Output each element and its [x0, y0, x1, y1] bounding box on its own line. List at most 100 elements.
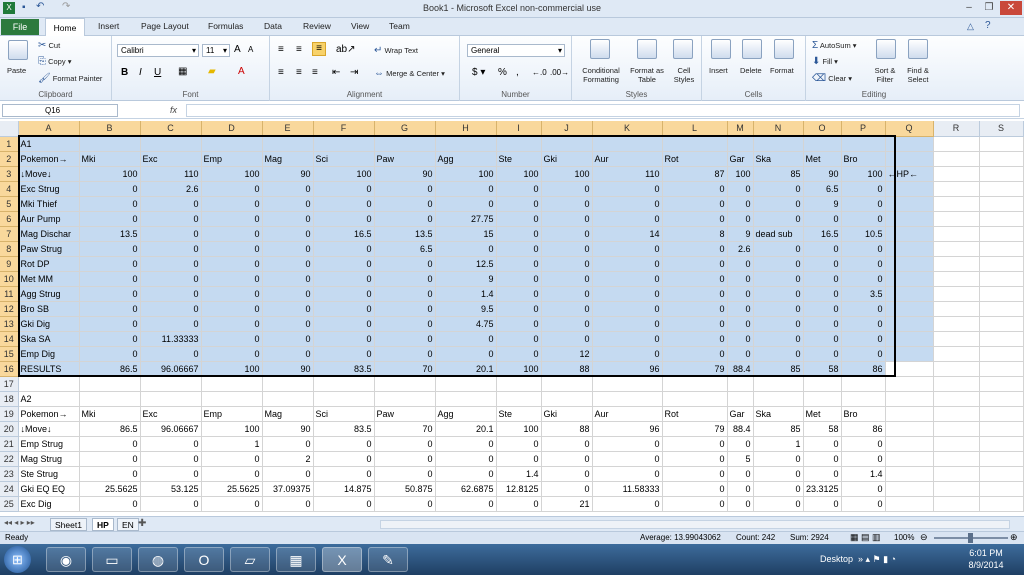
cell[interactable]: 2 [262, 451, 314, 467]
cell[interactable] [933, 136, 980, 152]
cell[interactable]: 0 [79, 346, 141, 362]
cell[interactable]: 0 [435, 241, 497, 257]
cell[interactable]: 0 [541, 271, 593, 287]
cell[interactable] [79, 136, 141, 152]
cell[interactable]: 20.1 [435, 361, 497, 377]
cell[interactable]: 0 [753, 316, 804, 332]
cell[interactable]: 96 [592, 421, 663, 437]
cell[interactable] [727, 376, 754, 392]
cell[interactable] [435, 391, 497, 407]
cell[interactable] [313, 391, 375, 407]
cell[interactable] [435, 136, 497, 152]
cell[interactable]: 0 [727, 496, 754, 512]
cell[interactable]: Mki Thief [18, 196, 80, 212]
cell[interactable]: 0 [201, 256, 263, 272]
cell[interactable] [933, 406, 980, 422]
cell[interactable]: 96 [592, 361, 663, 377]
fill-button[interactable]: ⬇ Fill ▾ [812, 56, 838, 67]
cell[interactable]: 0 [662, 481, 728, 497]
cell[interactable]: 100 [496, 421, 542, 437]
cell[interactable]: Ste Strug [18, 466, 80, 482]
column-header[interactable]: N [753, 121, 804, 137]
cell[interactable]: 0 [313, 181, 375, 197]
cell[interactable]: 100 [841, 166, 886, 182]
cell[interactable]: 0 [201, 466, 263, 482]
cell[interactable]: Bro [841, 151, 886, 167]
cell[interactable]: 0 [262, 196, 314, 212]
cell[interactable]: 0 [262, 271, 314, 287]
cell[interactable] [979, 316, 1024, 332]
minimize-icon[interactable]: – [960, 1, 978, 15]
tab-file[interactable]: File [1, 19, 39, 35]
cell[interactable]: 110 [140, 166, 202, 182]
cell[interactable]: 1.4 [841, 466, 886, 482]
cell[interactable]: 0 [201, 271, 263, 287]
chrome-icon[interactable]: ◉ [46, 547, 86, 572]
cell[interactable]: Exc Strug [18, 181, 80, 197]
cell[interactable] [933, 286, 980, 302]
cell[interactable]: Aur [592, 406, 663, 422]
cell[interactable]: 5 [727, 451, 754, 467]
cell[interactable]: 0 [262, 316, 314, 332]
cell[interactable]: 0 [803, 436, 842, 452]
cell[interactable]: 0 [727, 331, 754, 347]
column-header[interactable]: F [313, 121, 375, 137]
cell[interactable]: 100 [435, 166, 497, 182]
cell[interactable]: Ska SA [18, 331, 80, 347]
tab-data[interactable]: Data [264, 21, 282, 31]
column-header[interactable]: P [841, 121, 886, 137]
cell[interactable] [841, 391, 886, 407]
row-header[interactable]: 2 [0, 151, 19, 167]
cell[interactable] [885, 301, 934, 317]
cell[interactable] [803, 136, 842, 152]
cell[interactable] [979, 181, 1024, 197]
cell[interactable]: 0 [262, 241, 314, 257]
cell[interactable]: Exc [140, 151, 202, 167]
cell[interactable]: Bro SB [18, 301, 80, 317]
cell[interactable]: 16.5 [313, 226, 375, 242]
cell[interactable] [979, 466, 1024, 482]
cell[interactable]: 0 [841, 316, 886, 332]
cell[interactable]: 0 [496, 226, 542, 242]
cell[interactable] [933, 451, 980, 467]
column-header[interactable]: D [201, 121, 263, 137]
row-header[interactable]: 18 [0, 391, 19, 407]
cell[interactable] [885, 436, 934, 452]
cell[interactable]: 4.75 [435, 316, 497, 332]
cell[interactable]: 0 [841, 256, 886, 272]
cell[interactable]: 0 [262, 301, 314, 317]
app-icon[interactable]: ▱ [230, 547, 270, 572]
cell[interactable]: 0 [662, 301, 728, 317]
fill-color-icon[interactable]: ▰ [208, 66, 216, 77]
select-all-corner[interactable] [0, 121, 19, 137]
cell[interactable] [933, 151, 980, 167]
insert-cells-icon[interactable] [711, 39, 731, 59]
cell[interactable] [885, 481, 934, 497]
zoom-slider-thumb[interactable] [968, 533, 973, 543]
column-header[interactable]: R [933, 121, 980, 137]
cell[interactable]: Paw Strug [18, 241, 80, 257]
cell[interactable]: 0 [374, 316, 436, 332]
cell[interactable] [140, 391, 202, 407]
cut-button[interactable]: ✂ Cut [38, 40, 60, 51]
cell[interactable]: 0 [201, 316, 263, 332]
find-select-button[interactable]: Find & Select [902, 66, 934, 84]
cell[interactable] [885, 136, 934, 152]
cell[interactable]: 0 [803, 256, 842, 272]
row-header[interactable]: 19 [0, 406, 19, 422]
delete-cells-icon[interactable] [742, 39, 762, 59]
cell[interactable] [933, 481, 980, 497]
tab-page-layout[interactable]: Page Layout [141, 21, 189, 31]
cell[interactable]: 0 [262, 181, 314, 197]
cell[interactable] [140, 136, 202, 152]
cell[interactable]: Gki [541, 151, 593, 167]
row-header[interactable]: 9 [0, 256, 19, 272]
italic-icon[interactable]: I [139, 67, 142, 78]
cell[interactable]: 0 [727, 436, 754, 452]
cell[interactable]: 0 [727, 316, 754, 332]
cell[interactable]: 0 [262, 256, 314, 272]
cell[interactable]: 13.5 [374, 226, 436, 242]
cell[interactable]: 0 [313, 466, 375, 482]
cell[interactable]: 0 [313, 241, 375, 257]
cell[interactable]: 0 [262, 226, 314, 242]
